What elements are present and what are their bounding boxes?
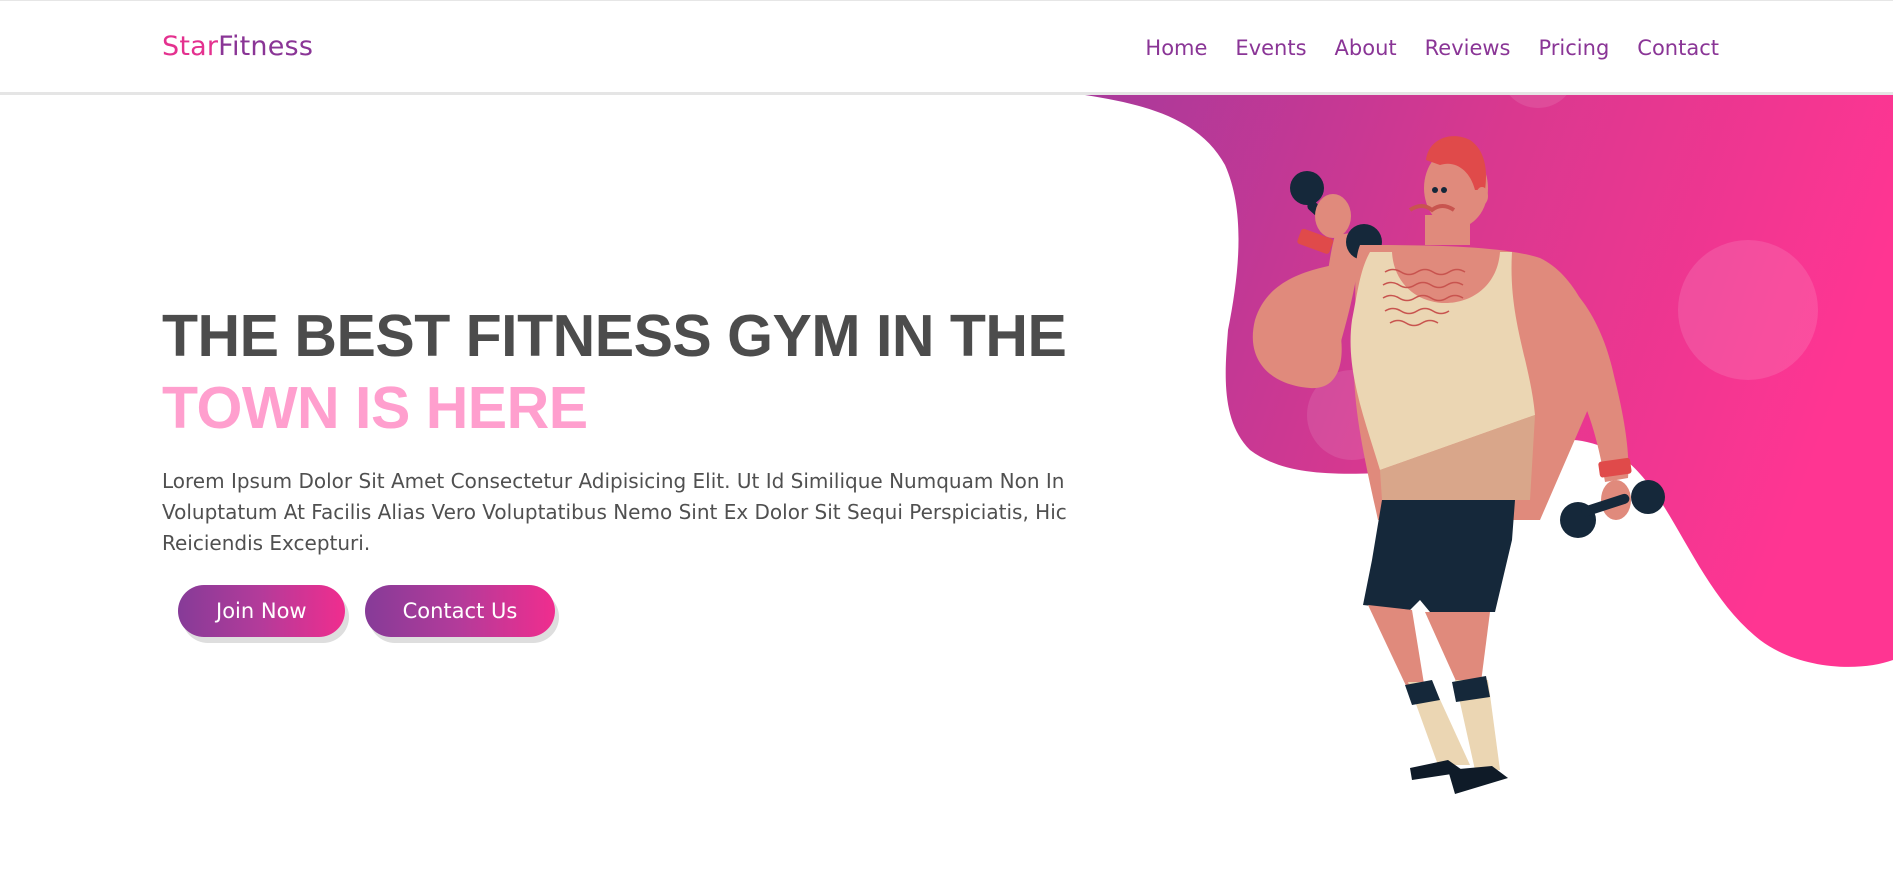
join-now-button[interactable]: Join Now (178, 585, 345, 637)
brand-part-star: Star (162, 31, 219, 62)
brand-logo[interactable]: StarFitness (162, 31, 313, 62)
main-nav: Home Events About Reviews Pricing Contac… (1145, 36, 1719, 60)
nav-about[interactable]: About (1335, 36, 1397, 60)
bubble-1 (1678, 240, 1818, 380)
nav-home[interactable]: Home (1145, 36, 1207, 60)
page: StarFitness Home Events About Reviews Pr… (0, 0, 1893, 890)
site-header: StarFitness Home Events About Reviews Pr… (0, 0, 1893, 95)
hero-headline-line1: THE BEST FITNESS GYM IN THE (162, 303, 1067, 369)
hero-buttons: Join Now Contact Us (162, 585, 1142, 637)
hero-section: THE BEST FITNESS GYM IN THE TOWN IS HERE… (162, 300, 1142, 637)
nav-contact[interactable]: Contact (1637, 36, 1719, 60)
hero-description: Lorem Ipsum Dolor Sit Amet Consectetur A… (162, 469, 1067, 555)
nav-pricing[interactable]: Pricing (1539, 36, 1610, 60)
nav-reviews[interactable]: Reviews (1425, 36, 1511, 60)
nav-events[interactable]: Events (1235, 36, 1306, 60)
hero-headline-line2: TOWN IS HERE (162, 375, 588, 441)
brand-part-fitness: Fitness (218, 31, 314, 62)
contact-us-button[interactable]: Contact Us (364, 585, 556, 637)
hero-headline: THE BEST FITNESS GYM IN THE TOWN IS HERE (162, 300, 1142, 444)
